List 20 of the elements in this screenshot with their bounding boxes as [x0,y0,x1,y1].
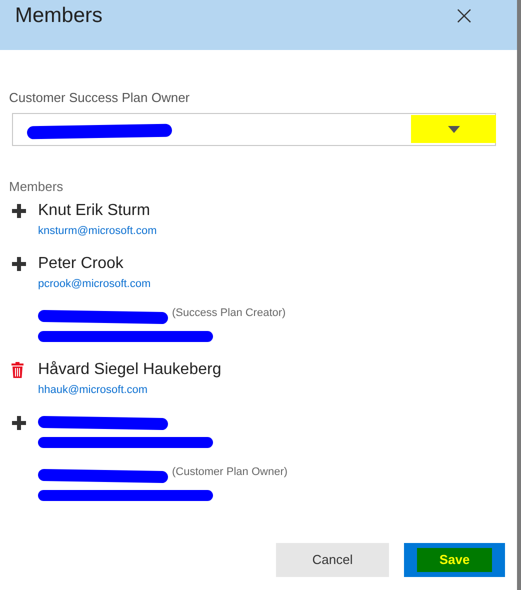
email-link[interactable]: knsturm@microsoft.com [38,223,157,240]
member-role: (Success Plan Creator) [172,306,286,321]
save-button[interactable]: Save [404,543,505,577]
owner-dropdown[interactable] [12,112,496,146]
plus-icon[interactable] [11,414,27,430]
member-role: (Customer Plan Owner) [172,465,288,480]
email-link[interactable]: pcrook@microsoft.com [38,276,151,292]
member-name: Peter Crook [38,254,124,274]
member-name: Knut Erik Sturm [38,201,150,221]
field-label: Customer Success Plan Owner [9,89,191,107]
trash-icon[interactable] [11,362,24,378]
plus-icon[interactable] [11,202,27,218]
highlight-mark: Save [417,548,492,572]
email-link[interactable]: hhauk@microsoft.com [38,382,148,398]
cancel-button[interactable]: Cancel [276,543,389,577]
member-name: Håvard Siegel Haukeberg [38,360,222,380]
close-button[interactable]: × [453,3,475,29]
dialog-title: Members [15,3,103,30]
plus-icon[interactable] [11,256,27,272]
section-label: Members [9,178,64,196]
